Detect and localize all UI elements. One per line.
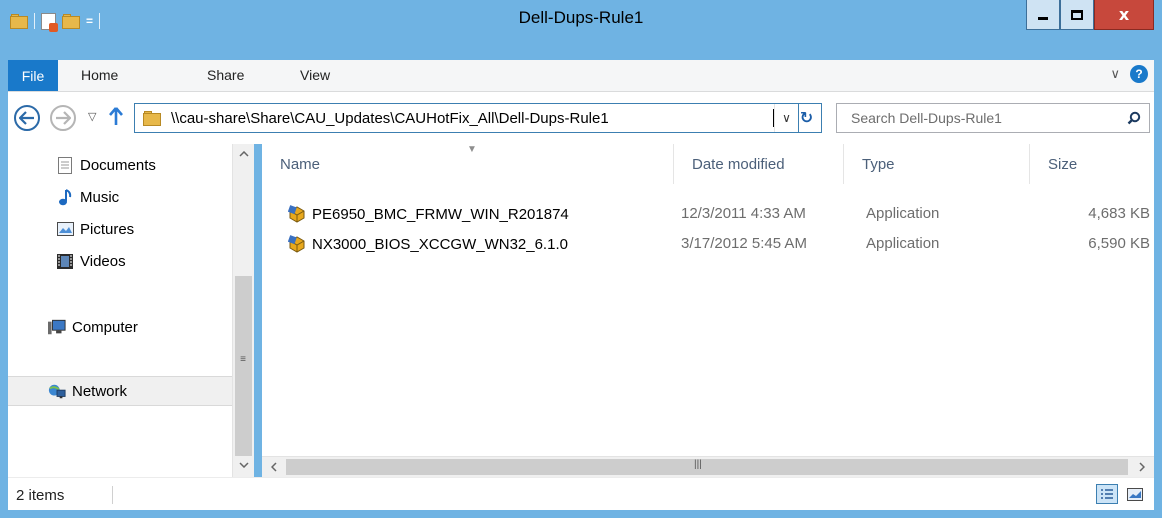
file-size: 4,683 KB bbox=[1088, 205, 1150, 222]
refresh-icon: ↻ bbox=[799, 110, 814, 127]
properties-icon[interactable] bbox=[41, 12, 58, 32]
scrollbar-thumb[interactable] bbox=[286, 459, 1128, 475]
column-header-type[interactable]: Type bbox=[844, 144, 1030, 184]
videos-icon bbox=[56, 253, 74, 270]
table-row[interactable]: NX3000_BIOS_XCCGW_WN32_6.1.0 3/17/2012 5… bbox=[262, 231, 1154, 257]
toolbar-separator bbox=[34, 13, 35, 29]
search-icon[interactable] bbox=[1119, 111, 1149, 125]
file-type: Application bbox=[866, 235, 940, 252]
maximize-button[interactable] bbox=[1060, 0, 1094, 30]
column-header-label: Name bbox=[280, 155, 321, 173]
minimize-button[interactable] bbox=[1026, 0, 1060, 30]
up-folder-icon[interactable] bbox=[108, 106, 124, 132]
help-icon[interactable]: ? bbox=[1130, 65, 1148, 83]
nav-item-label: Computer bbox=[72, 318, 138, 336]
folder-icon[interactable] bbox=[10, 13, 28, 29]
tab-file[interactable]: File bbox=[8, 60, 58, 91]
tab-home[interactable]: Home bbox=[81, 67, 118, 83]
address-row: ▽ \\cau-share\Share\CAU_Updates\CAUHotFi… bbox=[8, 92, 1154, 144]
window-title: Dell-Dups-Rule1 bbox=[518, 8, 644, 27]
scroll-right-icon[interactable] bbox=[1132, 457, 1152, 477]
quick-access-toolbar: = bbox=[10, 10, 101, 32]
column-header-label: Date modified bbox=[692, 155, 785, 173]
column-header-label: Size bbox=[1048, 155, 1078, 173]
details-view-button[interactable] bbox=[1096, 484, 1118, 504]
expand-ribbon-icon[interactable]: ∨ bbox=[1110, 66, 1120, 82]
nav-item-label: Videos bbox=[80, 252, 126, 270]
minimize-icon bbox=[1038, 17, 1048, 20]
music-icon bbox=[56, 188, 74, 206]
application-icon bbox=[287, 235, 306, 253]
table-row[interactable]: PE6950_BMC_FRMW_WIN_R201874 12/3/2011 4:… bbox=[262, 201, 1154, 227]
file-name: NX3000_BIOS_XCCGW_WN32_6.1.0 bbox=[312, 235, 568, 253]
nav-item-label: Documents bbox=[80, 156, 156, 174]
nav-item-pictures[interactable]: Pictures bbox=[8, 216, 232, 242]
file-name: PE6950_BMC_FRMW_WIN_R201874 bbox=[312, 205, 569, 223]
file-size: 6,590 KB bbox=[1088, 235, 1150, 252]
tab-share[interactable]: Share bbox=[207, 67, 244, 83]
column-header-label: Type bbox=[862, 155, 895, 173]
explorer-window: = Dell-Dups-Rule1 x File Home Share View… bbox=[0, 0, 1162, 518]
file-date-modified: 12/3/2011 4:33 AM bbox=[681, 205, 806, 222]
address-path[interactable]: \\cau-share\Share\CAU_Updates\CAUHotFix_… bbox=[171, 110, 771, 127]
navigation-scrollbar[interactable]: ≡ bbox=[232, 144, 254, 477]
forward-button[interactable] bbox=[50, 105, 76, 131]
documents-icon bbox=[56, 156, 74, 174]
new-folder-icon[interactable] bbox=[62, 13, 80, 29]
status-bar: 2 items bbox=[8, 477, 1154, 510]
nav-item-videos[interactable]: Videos bbox=[8, 248, 232, 274]
search-input[interactable] bbox=[837, 110, 1119, 126]
item-count: 2 items bbox=[16, 487, 65, 504]
file-type: Application bbox=[866, 205, 940, 222]
nav-item-label: Pictures bbox=[80, 220, 135, 238]
maximize-icon bbox=[1071, 9, 1083, 20]
nav-item-label: Music bbox=[80, 188, 120, 206]
tab-view[interactable]: View bbox=[300, 67, 330, 83]
close-icon: x bbox=[1118, 5, 1130, 24]
status-separator bbox=[112, 486, 113, 504]
title-bar: = Dell-Dups-Rule1 x bbox=[0, 0, 1162, 60]
refresh-button[interactable]: ↻ bbox=[792, 103, 822, 133]
details-view-icon bbox=[1101, 489, 1113, 499]
close-button[interactable]: x bbox=[1094, 0, 1154, 30]
folder-icon bbox=[143, 110, 161, 126]
column-header-size[interactable]: Size bbox=[1030, 144, 1154, 184]
column-header-date[interactable]: Date modified bbox=[674, 144, 844, 184]
forward-arrow-icon bbox=[56, 111, 71, 125]
scrollbar-thumb[interactable] bbox=[235, 276, 252, 456]
nav-item-music[interactable]: Music bbox=[8, 184, 232, 210]
file-list: Name ▼ Date modified Type Size PE6950_BM… bbox=[262, 144, 1154, 456]
application-icon bbox=[287, 205, 306, 223]
scroll-left-icon[interactable] bbox=[264, 457, 284, 477]
nav-item-computer[interactable]: Computer bbox=[8, 314, 232, 340]
large-icons-view-icon bbox=[1127, 487, 1143, 501]
nav-item-network[interactable]: Network bbox=[8, 376, 232, 406]
nav-item-documents[interactable]: Documents bbox=[8, 152, 232, 178]
back-arrow-icon bbox=[19, 111, 34, 125]
nav-item-label: Network bbox=[72, 382, 128, 400]
recent-locations-icon[interactable]: ▽ bbox=[88, 110, 96, 123]
scroll-up-icon[interactable] bbox=[233, 144, 255, 164]
navigation-pane: Documents Music Pictures Videos Computer bbox=[8, 144, 232, 477]
sort-indicator-icon: ▼ bbox=[467, 144, 477, 155]
scroll-down-icon[interactable] bbox=[233, 455, 255, 475]
address-bar[interactable]: \\cau-share\Share\CAU_Updates\CAUHotFix_… bbox=[134, 103, 799, 133]
toolbar-separator bbox=[99, 13, 101, 29]
window-controls: x bbox=[1026, 0, 1154, 30]
ribbon-tabs: File Home Share View ∨ ? bbox=[8, 60, 1154, 92]
pictures-icon bbox=[56, 221, 74, 238]
network-icon bbox=[48, 383, 66, 400]
file-date-modified: 3/17/2012 5:45 AM bbox=[681, 235, 807, 252]
large-icons-view-button[interactable] bbox=[1124, 484, 1146, 504]
computer-icon bbox=[48, 319, 66, 336]
customize-toolbar-icon[interactable]: = bbox=[86, 14, 93, 28]
search-box[interactable] bbox=[836, 103, 1150, 133]
scrollbar-grip-icon: ||| bbox=[694, 459, 702, 470]
back-button[interactable] bbox=[14, 105, 40, 131]
file-list-horizontal-scrollbar[interactable]: ||| bbox=[262, 456, 1154, 477]
scrollbar-grip-icon: ≡ bbox=[240, 354, 246, 365]
